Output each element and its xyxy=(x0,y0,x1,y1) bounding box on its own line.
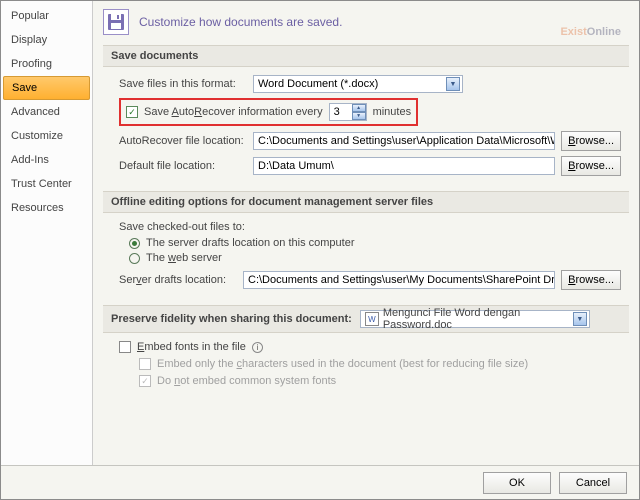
radio-icon[interactable] xyxy=(129,253,140,264)
section-save-documents: Save documents xyxy=(103,45,629,67)
autorecover-label: Save AutoRecover information every xyxy=(144,106,323,118)
document-selector-dropdown[interactable]: W Mengunci File Word dengan Password.doc… xyxy=(360,310,590,328)
sidebar-item-addins[interactable]: Add-Ins xyxy=(1,148,92,172)
browse-button-drafts[interactable]: Browse... xyxy=(561,270,621,290)
embed-chars-label: Embed only the characters used in the do… xyxy=(157,358,528,370)
main-panel: ExistOnline Customize how documents are … xyxy=(93,1,639,466)
dialog-footer: OK Cancel xyxy=(1,465,639,499)
sidebar-item-resources[interactable]: Resources xyxy=(1,196,92,220)
autorecover-highlight: ✓ Save AutoRecover information every 3 ▲… xyxy=(119,98,418,126)
sidebar-item-trust[interactable]: Trust Center xyxy=(1,172,92,196)
autorecover-minutes-spinner[interactable]: 3 ▲▼ xyxy=(329,103,367,121)
default-loc-label: Default file location: xyxy=(119,160,247,172)
section-preserve-fidelity: Preserve fidelity when sharing this docu… xyxy=(103,305,629,333)
drafts-loc-label: Server drafts location: xyxy=(119,274,237,286)
embed-fonts-label: Embed fonts in the file xyxy=(137,341,246,353)
drafts-loc-input[interactable]: C:\Documents and Settings\user\My Docume… xyxy=(243,271,555,289)
autorecover-checkbox[interactable]: ✓ xyxy=(126,106,138,118)
autorecover-loc-input[interactable]: C:\Documents and Settings\user\Applicati… xyxy=(253,132,555,150)
minutes-label: minutes xyxy=(373,106,412,118)
spinner-up-icon[interactable]: ▲ xyxy=(352,104,366,112)
browse-button-default[interactable]: Browse... xyxy=(561,156,621,176)
floppy-disk-icon xyxy=(103,9,129,35)
section-offline-editing: Offline editing options for document man… xyxy=(103,191,629,213)
embed-chars-checkbox xyxy=(139,358,151,370)
radio-server-drafts-local[interactable]: The server drafts location on this compu… xyxy=(119,237,621,249)
word-document-icon: W xyxy=(365,312,379,326)
sidebar: Popular Display Proofing Save Advanced C… xyxy=(1,1,93,466)
radio-web-server[interactable]: The web server xyxy=(119,252,621,264)
radio-icon[interactable] xyxy=(129,238,140,249)
format-label: Save files in this format: xyxy=(119,78,247,90)
sidebar-item-popular[interactable]: Popular xyxy=(1,4,92,28)
embed-fonts-checkbox[interactable] xyxy=(119,341,131,353)
info-icon[interactable]: i xyxy=(252,342,263,353)
no-embed-common-checkbox: ✓ xyxy=(139,375,151,387)
sidebar-item-save[interactable]: Save xyxy=(3,76,90,100)
chevron-down-icon[interactable]: ▼ xyxy=(446,77,460,91)
autorecover-loc-label: AutoRecover file location: xyxy=(119,135,247,147)
ok-button[interactable]: OK xyxy=(483,472,551,494)
format-dropdown[interactable]: Word Document (*.docx) ▼ xyxy=(253,75,463,93)
sidebar-item-customize[interactable]: Customize xyxy=(1,124,92,148)
no-embed-common-label: Do not embed common system fonts xyxy=(157,375,336,387)
header-text: Customize how documents are saved. xyxy=(139,15,342,29)
default-loc-input[interactable]: D:\Data Umum\ xyxy=(253,157,555,175)
sidebar-item-display[interactable]: Display xyxy=(1,28,92,52)
cancel-button[interactable]: Cancel xyxy=(559,472,627,494)
spinner-down-icon[interactable]: ▼ xyxy=(352,112,366,120)
checked-out-label: Save checked-out files to: xyxy=(119,221,621,233)
sidebar-item-proofing[interactable]: Proofing xyxy=(1,52,92,76)
chevron-down-icon[interactable]: ▼ xyxy=(573,312,587,326)
browse-button-autorecover[interactable]: BBrowse...rowse... xyxy=(561,131,621,151)
sidebar-item-advanced[interactable]: Advanced xyxy=(1,100,92,124)
